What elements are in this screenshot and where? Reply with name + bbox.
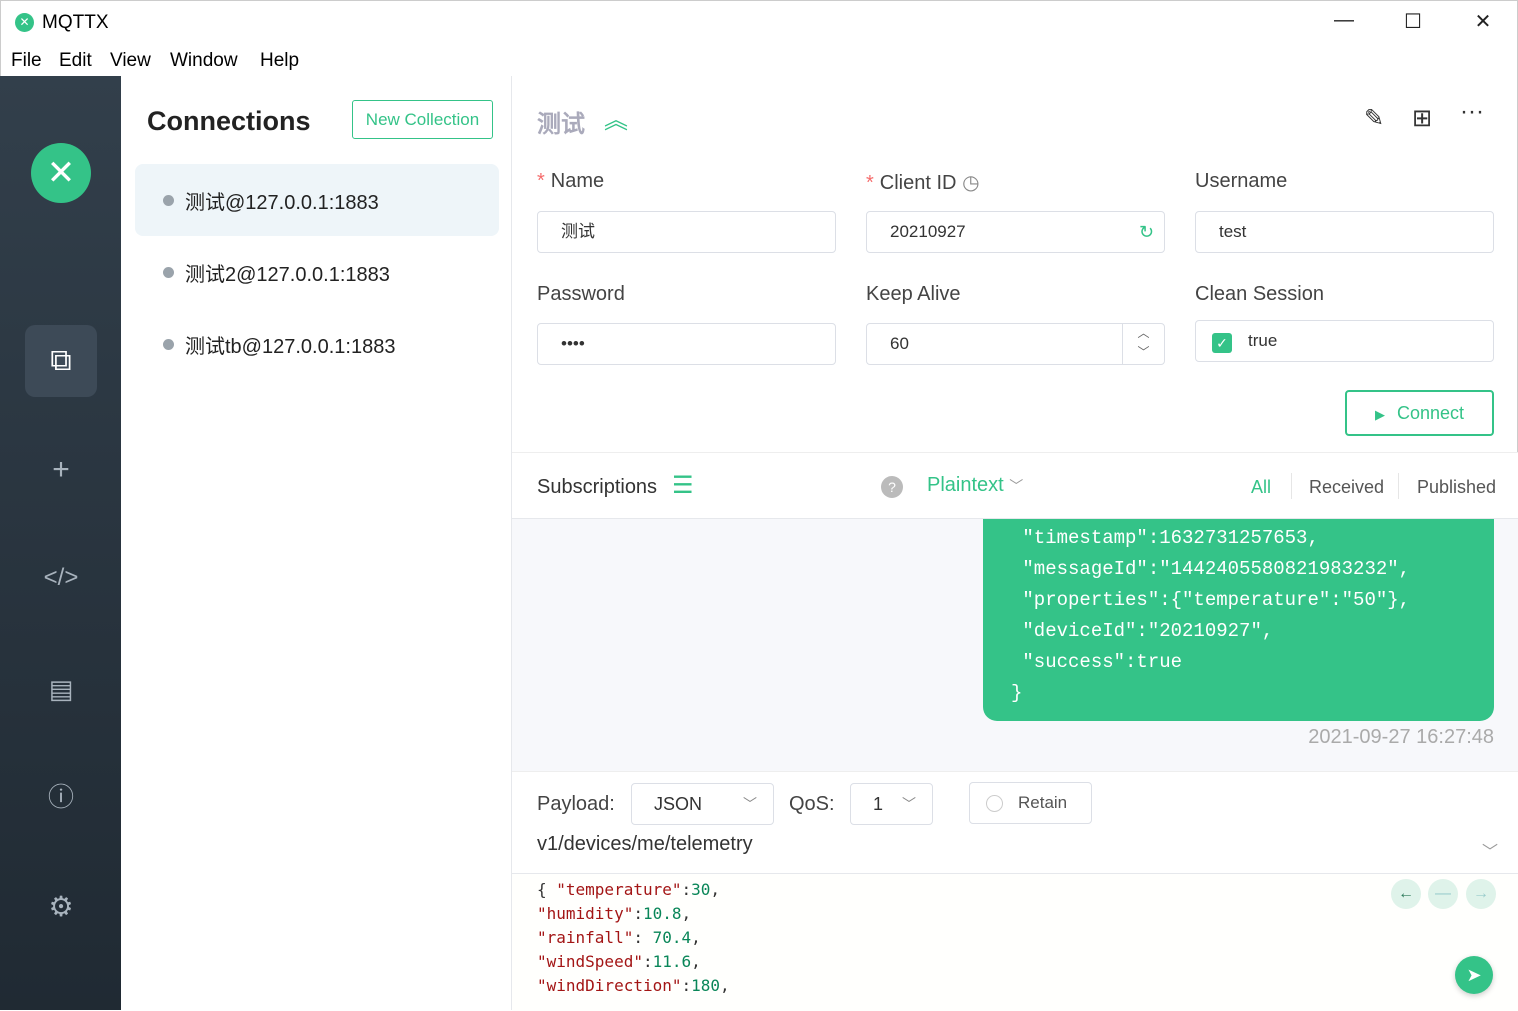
connection-label: 测试2@127.0.0.1:1883 [185,264,390,286]
connection-label: 测试tb@127.0.0.1:1883 [185,336,396,358]
username-field[interactable]: test [1195,211,1494,253]
payload-editor[interactable]: { "temperature":30, "humidity":10.8, "rain… [512,873,1518,1011]
filter-all[interactable]: All [1251,477,1271,498]
minimize-button[interactable]: — [1329,9,1359,32]
filter-published[interactable]: Published [1417,477,1496,498]
username-label: Username [1195,170,1288,192]
clock-icon: ◷ [962,172,980,194]
connection-item[interactable]: 测试tb@127.0.0.1:1883 [135,308,499,380]
name-label: * Name [537,170,605,192]
play-icon: ▶ [1374,407,1385,422]
help-icon[interactable]: ? [881,476,903,498]
format-select[interactable]: Plaintext ﹀ [927,474,1023,497]
clean-session-label: Clean Session [1195,283,1324,305]
log-icon[interactable]: ▤ [25,653,97,725]
payload-line: "windDirection":180, [537,976,730,995]
refresh-icon[interactable]: ↻ [1139,212,1154,252]
menu-window[interactable]: Window [170,50,238,72]
status-dot [163,267,174,278]
connections-title: Connections [147,106,311,136]
plus-icon[interactable]: + [25,434,97,506]
subscriptions-bar: Subscriptions ☰ ? Plaintext ﹀ All Receiv… [512,452,1518,519]
check-icon: ✓ [1212,333,1232,353]
connect-button[interactable]: ▶ Connect [1345,390,1494,436]
subscriptions-toggle-icon[interactable]: ☰ [672,471,694,500]
app-logo-icon: ✕ [15,13,34,32]
qos-select[interactable]: 1 ﹀ [850,783,933,825]
edit-icon[interactable]: ✎ [1364,104,1384,133]
send-button[interactable]: ➤ [1455,956,1493,994]
connection-label: 测试@127.0.0.1:1883 [185,192,379,214]
payload-line: { "temperature":30, [537,880,721,899]
connection-name: 测试 [537,111,585,138]
code-icon[interactable]: </> [25,542,97,614]
new-window-icon[interactable]: ⊞ [1412,104,1432,133]
payload-line: "humidity":10.8, [537,904,692,923]
new-collection-button[interactable]: New Collection [352,100,493,139]
keepalive-stepper[interactable]: 60 ︿ ﹀ [866,323,1165,365]
message-bubble: "timestamp":1632731257653, "messageId":"… [983,519,1494,721]
info-icon[interactable]: ⓘ [25,761,97,833]
message-list: "timestamp":1632731257653, "messageId":"… [512,519,1518,771]
stepper-arrows[interactable]: ︿ ﹀ [1122,324,1164,364]
arrow-left-icon[interactable]: ← [1391,879,1421,909]
payload-label: Payload: [537,793,615,815]
subscriptions-label[interactable]: Subscriptions [537,476,657,499]
chevron-down-icon[interactable]: ﹀ [1482,838,1498,862]
maximize-button[interactable]: ☐ [1398,9,1428,34]
filter-received[interactable]: Received [1309,477,1384,498]
mqttx-logo-icon: ✕ [31,143,91,203]
message-time: 2021-09-27 16:27:48 [1308,726,1494,748]
arrow-right-icon[interactable]: → [1466,879,1496,909]
connection-item[interactable]: 测试2@127.0.0.1:1883 [135,236,499,308]
connection-item[interactable]: 测试@127.0.0.1:1883 [135,164,499,236]
payload-line: "windSpeed":11.6, [537,952,701,971]
connections-icon[interactable]: ⧉ [25,325,97,397]
clean-session-checkbox[interactable]: ✓ true [1195,320,1494,362]
client-id-label: * Client ID ◷ [866,172,980,194]
gear-icon[interactable]: ⚙ [25,871,97,943]
title-bar: ✕ MQTTX — ☐ ✕ [0,0,1518,42]
password-label: Password [537,283,625,305]
connections-panel: Connections New Collection 测试@127.0.0.1:… [121,76,512,1010]
chevron-down-icon: ﹀ [902,796,916,812]
payload-format-select[interactable]: JSON ﹀ [631,783,774,825]
menu-bar: File Edit View Window Help [0,42,1518,76]
topic-input[interactable]: v1/devices/me/telemetry [537,833,753,856]
status-dot [163,339,174,350]
chevron-down-icon: ﹀ [743,796,757,812]
name-field[interactable]: 测试 [537,211,836,253]
more-icon[interactable]: ··· [1460,98,1484,126]
retain-checkbox[interactable]: Retain [969,782,1092,824]
client-id-field[interactable]: 20210927 ↻ [866,211,1165,253]
status-dot [163,195,174,206]
connection-detail: 测试 ︽ ✎ ⊞ ··· * Name * Client ID ◷ Username… [512,76,1518,1011]
radio-icon [986,795,1003,812]
password-field[interactable]: •••• [537,323,836,365]
menu-file[interactable]: File [11,50,42,72]
minus-icon[interactable]: — [1428,879,1458,909]
sidebar: ✕ ⧉ + </> ▤ ⓘ ⚙ [0,76,121,1010]
payload-line: "rainfall": 70.4, [537,928,701,947]
close-button[interactable]: ✕ [1468,9,1498,34]
keepalive-label: Keep Alive [866,283,961,305]
qos-label: QoS: [789,793,835,815]
publish-area: Payload: JSON ﹀ QoS: 1 ﹀ Retain v1/devices… [512,771,1518,1011]
menu-help[interactable]: Help [260,50,299,72]
app-title: MQTTX [42,12,109,33]
menu-view[interactable]: View [110,50,151,72]
menu-edit[interactable]: Edit [59,50,92,72]
chevron-up-double-icon[interactable]: ︽ [604,100,628,135]
